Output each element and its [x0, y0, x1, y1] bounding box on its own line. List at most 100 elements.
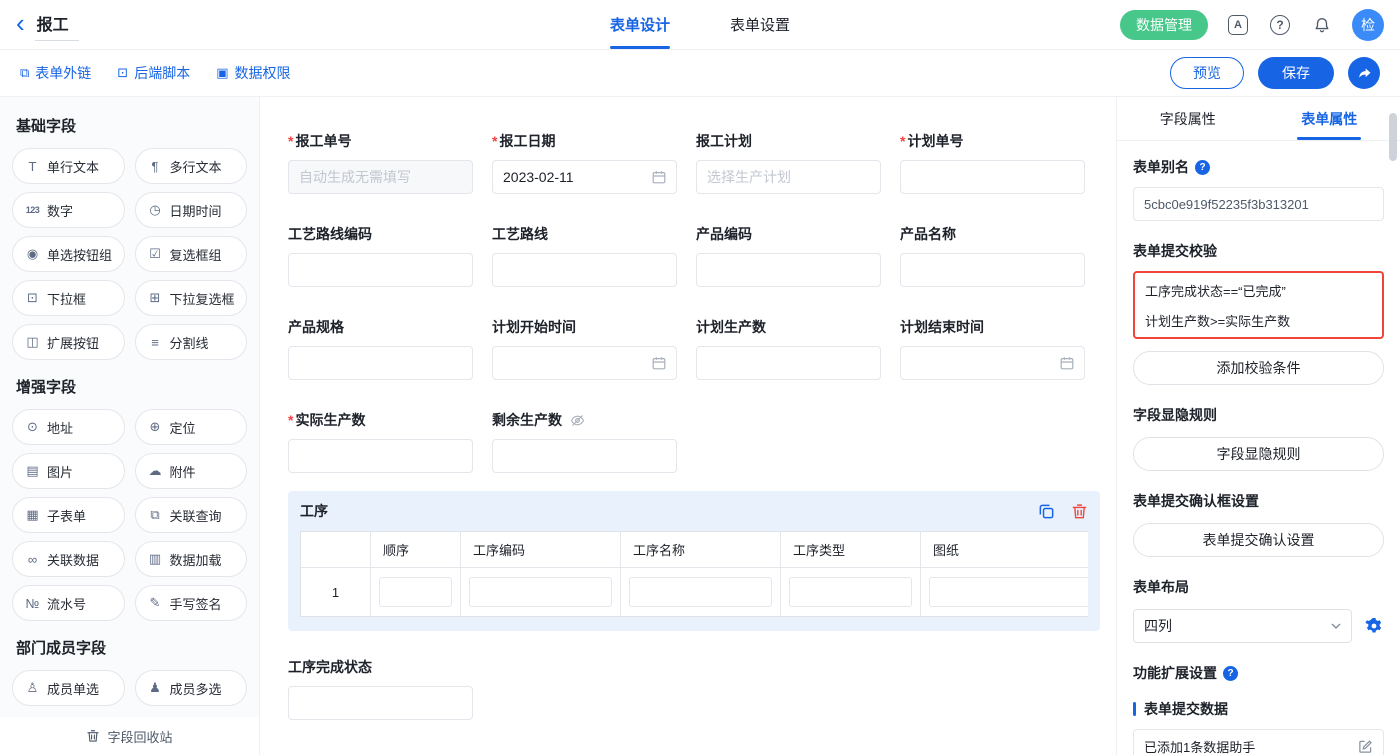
gear-icon[interactable]: [1364, 616, 1384, 636]
sidebar-item-extend-button[interactable]: ◫扩展按钮: [12, 324, 125, 360]
canvas-field-2[interactable]: *报工日期2023-02-11: [492, 131, 677, 194]
canvas-field-5[interactable]: 工艺路线编码: [288, 224, 473, 287]
share-button[interactable]: [1348, 57, 1380, 89]
submit-confirm-button[interactable]: 表单提交确认设置: [1133, 523, 1384, 557]
data-manage-button[interactable]: 数据管理: [1120, 10, 1208, 40]
delete-icon[interactable]: [1071, 503, 1088, 520]
sidebar-item-datetime[interactable]: ◷日期时间: [135, 192, 248, 228]
tab-form-properties[interactable]: 表单属性: [1259, 97, 1400, 140]
form-external-link[interactable]: ⧉ 表单外链: [20, 63, 91, 83]
sidebar-item-address[interactable]: ⊙地址: [12, 409, 125, 445]
validation-rule[interactable]: 计划生产数>=实际生产数: [1135, 305, 1382, 335]
form-layout-select[interactable]: 四列: [1133, 609, 1352, 643]
sidebar-item-image[interactable]: ▤图片: [12, 453, 125, 489]
sidebar-item-subform[interactable]: ▦子表单: [12, 497, 125, 533]
field-label: *报工单号: [288, 131, 473, 151]
sidebar-item-member-single[interactable]: ♙成员单选: [12, 670, 125, 706]
add-validation-button[interactable]: 添加校验条件: [1133, 351, 1384, 385]
canvas-field-14[interactable]: 剩余生产数: [492, 410, 677, 473]
question-icon[interactable]: ?: [1223, 666, 1238, 681]
sidebar-item-multi-select[interactable]: ⊞下拉复选框: [135, 280, 248, 316]
field-input[interactable]: [696, 346, 881, 380]
eye-invisible-icon: [570, 413, 585, 428]
canvas-field-6[interactable]: 工艺路线: [492, 224, 677, 287]
canvas-field-11[interactable]: 计划生产数: [696, 317, 881, 380]
canvas-field-8[interactable]: 产品名称: [900, 224, 1085, 287]
required-star: *: [288, 133, 293, 149]
field-input[interactable]: [492, 439, 677, 473]
canvas-field-12[interactable]: 计划结束时间: [900, 317, 1085, 380]
canvas-field-tail[interactable]: 工序完成状态: [288, 657, 473, 720]
sidebar-item-number[interactable]: 123数字: [12, 192, 125, 228]
language-icon[interactable]: A: [1226, 13, 1250, 37]
field-visibility-button[interactable]: 字段显隐规则: [1133, 437, 1384, 471]
sidebar-item-linked-data[interactable]: ∞关联数据: [12, 541, 125, 577]
sidebar-item-member-multi[interactable]: ♟成员多选: [135, 670, 248, 706]
form-alias-label: 表单别名: [1133, 157, 1189, 177]
data-load-icon: ▥: [146, 551, 165, 567]
copy-icon[interactable]: [1038, 503, 1055, 520]
field-input[interactable]: [696, 253, 881, 287]
help-icon[interactable]: ?: [1268, 13, 1292, 37]
panel-scrollbar[interactable]: [1389, 113, 1397, 161]
bell-icon[interactable]: [1310, 13, 1334, 37]
field-input[interactable]: [900, 253, 1085, 287]
form-alias-input[interactable]: 5cbc0e919f52235f3b313201: [1133, 187, 1384, 221]
sidebar-item-single-line-text[interactable]: T单行文本: [12, 148, 125, 184]
cell-input[interactable]: [789, 577, 912, 607]
canvas-field-3[interactable]: 报工计划选择生产计划: [696, 131, 881, 194]
field-input[interactable]: [900, 160, 1085, 194]
cell-input[interactable]: [379, 577, 452, 607]
subform-block[interactable]: 工序 顺序工序编码工序名称工序类型图纸1: [288, 491, 1100, 631]
question-icon[interactable]: ?: [1195, 160, 1210, 175]
canvas-field-10[interactable]: 计划开始时间: [492, 317, 677, 380]
sidebar-item-data-load[interactable]: ▥数据加载: [135, 541, 248, 577]
sidebar-item-attachment[interactable]: ☁附件: [135, 453, 248, 489]
backend-script-link[interactable]: ⊡ 后端脚本: [117, 63, 190, 83]
sidebar-item-location[interactable]: ⊕定位: [135, 409, 248, 445]
field-input[interactable]: 自动生成无需填写: [288, 160, 473, 194]
sidebar-item-checkbox-group[interactable]: ☑复选框组: [135, 236, 248, 272]
validation-rule[interactable]: 工序完成状态==“已完成”: [1135, 275, 1382, 305]
data-permission-link[interactable]: ▣ 数据权限: [216, 63, 290, 83]
sidebar-item-serial-number[interactable]: №流水号: [12, 585, 125, 621]
form-layout-row: 四列: [1133, 609, 1384, 643]
select-icon: ⊡: [23, 290, 42, 306]
field-input[interactable]: [288, 346, 473, 380]
submit-data-assistant[interactable]: 已添加1条数据助手: [1133, 729, 1384, 755]
field-input[interactable]: [288, 686, 473, 720]
field-input[interactable]: [288, 253, 473, 287]
divider-icon: ≡: [146, 335, 165, 350]
canvas-field-4[interactable]: *计划单号: [900, 131, 1085, 194]
canvas-field-9[interactable]: 产品规格: [288, 317, 473, 380]
sidebar-item-radio-group[interactable]: ◉单选按钮组: [12, 236, 125, 272]
sidebar-item-divider[interactable]: ≡分割线: [135, 324, 248, 360]
field-input[interactable]: 选择生产计划: [696, 160, 881, 194]
field-input[interactable]: [288, 439, 473, 473]
cell-input[interactable]: [629, 577, 772, 607]
sidebar-item-select[interactable]: ⊡下拉框: [12, 280, 125, 316]
back-icon[interactable]: ‹: [16, 10, 25, 36]
field-input[interactable]: [492, 346, 677, 380]
canvas-field-1[interactable]: *报工单号自动生成无需填写: [288, 131, 473, 194]
cell-input[interactable]: [929, 577, 1088, 607]
preview-button[interactable]: 预览: [1170, 57, 1244, 89]
field-recycle-bin[interactable]: 字段回收站: [0, 717, 259, 755]
edit-icon[interactable]: [1358, 739, 1373, 754]
sidebar-item-signature[interactable]: ✎手写签名: [135, 585, 248, 621]
avatar[interactable]: 检: [1352, 9, 1384, 41]
calendar-icon: [652, 170, 666, 184]
tab-form-design[interactable]: 表单设计: [610, 0, 670, 49]
tab-field-properties[interactable]: 字段属性: [1117, 97, 1259, 140]
canvas-field-7[interactable]: 产品编码: [696, 224, 881, 287]
field-label-text: 剩余生产数: [492, 410, 562, 430]
canvas-field-13[interactable]: *实际生产数: [288, 410, 473, 473]
sidebar-item-lookup-query[interactable]: ⧉关联查询: [135, 497, 248, 533]
field-input[interactable]: 2023-02-11: [492, 160, 677, 194]
tab-form-settings[interactable]: 表单设置: [730, 0, 790, 49]
save-button[interactable]: 保存: [1258, 57, 1334, 89]
sidebar-item-multi-line-text[interactable]: ¶多行文本: [135, 148, 248, 184]
field-input[interactable]: [900, 346, 1085, 380]
cell-input[interactable]: [469, 577, 612, 607]
field-input[interactable]: [492, 253, 677, 287]
